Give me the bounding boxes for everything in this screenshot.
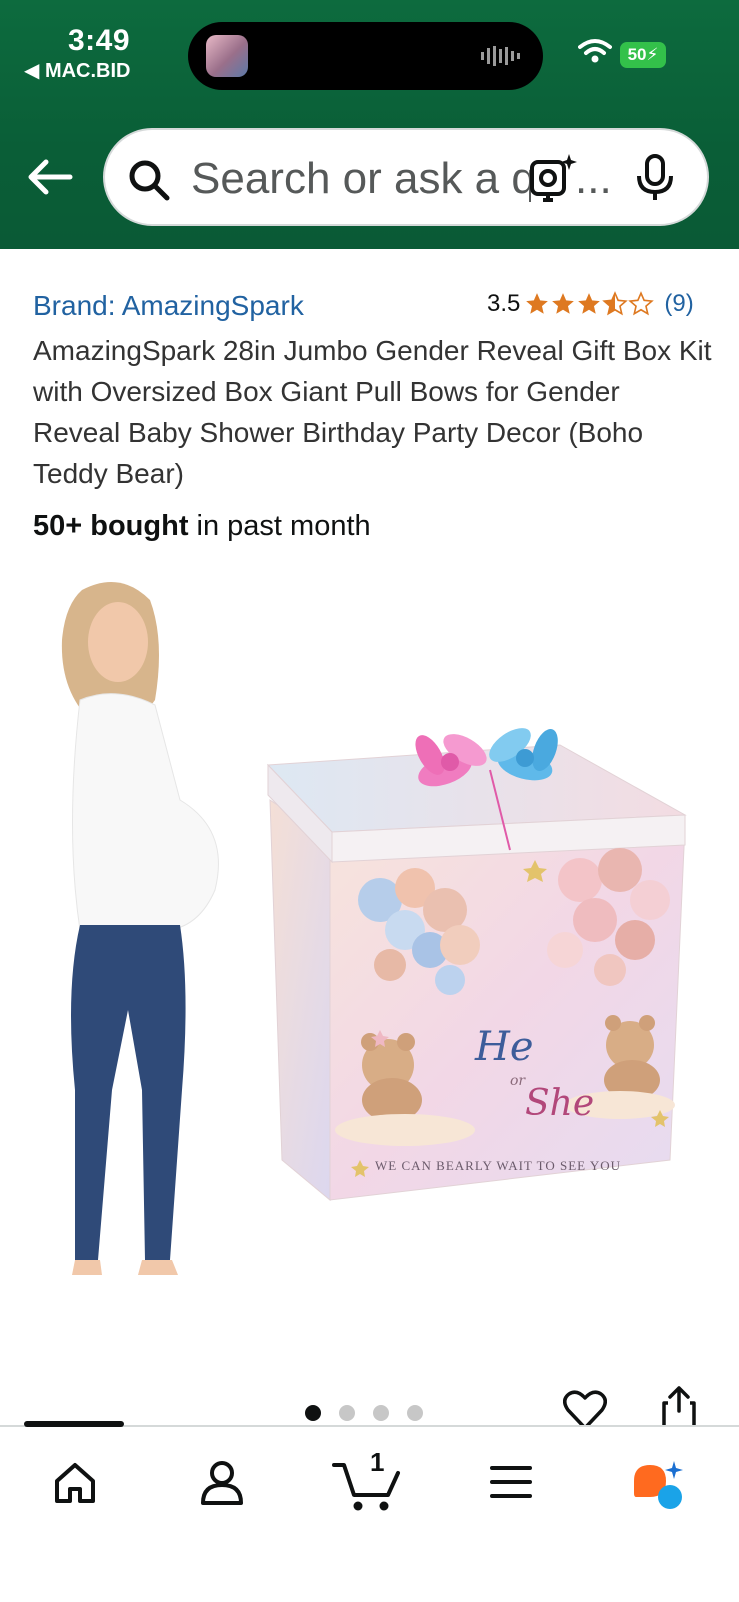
back-arrow-icon[interactable] (26, 157, 74, 197)
audio-wave-icon (481, 46, 520, 66)
star-full-icon (578, 293, 601, 314)
dynamic-island[interactable] (188, 22, 543, 90)
star-rating (524, 291, 655, 317)
box-tagline: WE CAN BEARLY WAIT TO SEE YOU (375, 1158, 621, 1173)
now-playing-artwork (206, 35, 248, 77)
rufus-assistant-icon[interactable] (630, 1459, 686, 1511)
product-image[interactable]: He or She WE CAN BEARLY WAIT TO SEE YOU (20, 570, 720, 1330)
rating-count[interactable]: (9) (664, 290, 693, 318)
home-icon[interactable] (52, 1459, 98, 1505)
menu-icon[interactable] (488, 1459, 534, 1505)
carousel-dot[interactable] (407, 1405, 423, 1421)
box-or-text: or (510, 1073, 526, 1089)
image-carousel-dots[interactable] (305, 1405, 423, 1421)
search-ellipsis: ... (575, 154, 612, 203)
back-to-app-link[interactable]: ◀ MAC.BID (24, 58, 130, 83)
microphone-icon[interactable] (635, 154, 675, 202)
battery-indicator: 50⚡ (620, 42, 666, 68)
star-full-icon (526, 293, 549, 314)
box-he-text: He (474, 1024, 534, 1070)
model-figure (61, 582, 219, 1275)
heart-icon[interactable] (563, 1390, 607, 1430)
search-icon (129, 160, 170, 201)
cart-icon[interactable] (332, 1459, 402, 1513)
box-she-text: She (525, 1083, 594, 1124)
rating-summary[interactable]: 3.5 (9) (487, 290, 694, 318)
search-input[interactable]: Search or ask a qu (191, 154, 531, 204)
gift-box: He or She WE CAN BEARLY WAIT TO SEE YOU (266, 728, 687, 1202)
carousel-dot[interactable] (373, 1405, 389, 1421)
account-icon[interactable] (199, 1459, 245, 1505)
brand-link[interactable]: Brand: AmazingSpark (33, 290, 304, 322)
share-icon[interactable] (660, 1385, 698, 1429)
search-bar[interactable]: Search or ask a qu ... (103, 128, 709, 226)
bought-count: 50+ bought (33, 510, 189, 542)
rating-value: 3.5 (487, 290, 521, 317)
bought-in-past-month: 50+ bought in past month (33, 510, 371, 543)
bought-period: in past month (188, 510, 371, 542)
active-tab-indicator (24, 1421, 124, 1427)
carousel-dot[interactable] (339, 1405, 355, 1421)
app-header: 3:49 ◀ MAC.BID 50⚡ Search or ask a qu ..… (0, 0, 739, 249)
camera-lens-icon[interactable] (529, 152, 577, 202)
star-empty-icon (628, 291, 655, 316)
product-title: AmazingSpark 28in Jumbo Gender Reveal Gi… (33, 335, 712, 489)
wifi-icon (578, 39, 612, 63)
carousel-dot[interactable] (305, 1405, 321, 1421)
status-time: 3:49 (68, 24, 131, 57)
star-half-icon (602, 291, 629, 316)
battery-level: 50 (627, 45, 647, 64)
cart-count-badge: 1 (370, 1447, 385, 1477)
star-full-icon (552, 293, 575, 314)
